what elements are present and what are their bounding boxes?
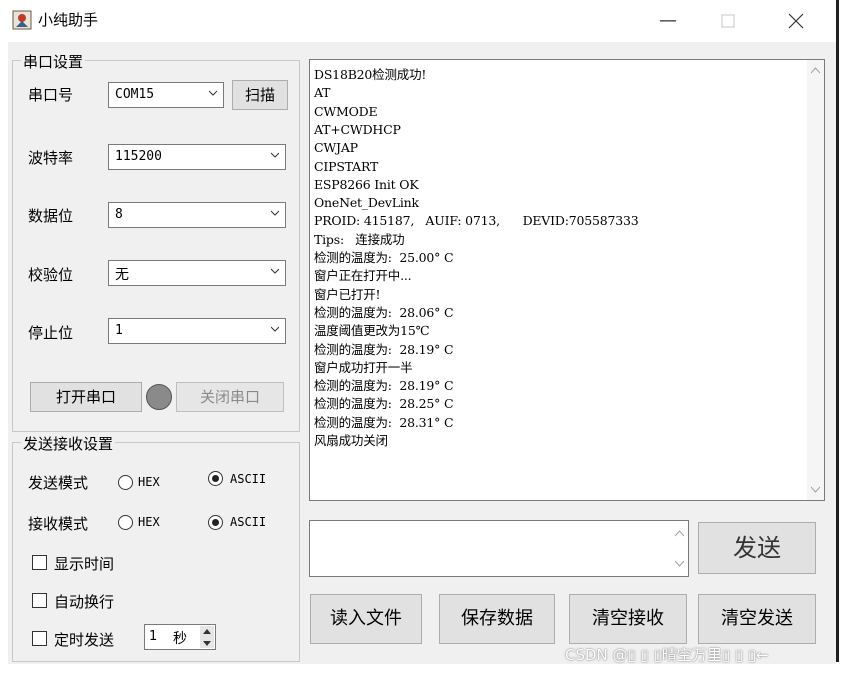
baud-select[interactable]: 115200 [108,144,286,170]
recv-ascii-label: ASCII [230,515,267,529]
receive-line: PROID: 415187, AUIF: 0713, DEVID:7055873… [314,213,639,229]
receive-line: CIPSTART [314,158,379,174]
port-select[interactable]: COM15 [108,82,224,108]
save-data-button[interactable]: 保存数据 [439,594,555,644]
send-ascii-label: ASCII [230,472,267,486]
watermark: CSDN @▯ ▯ ▯晴空万里▯ ▯ ▯← [565,646,769,664]
send-mode-hex-radio[interactable] [118,475,133,490]
receive-line: 检测的温度为: 28.25° C [314,396,454,412]
receive-line: 风扇成功关闭 [314,433,388,448]
auto-wrap-checkbox[interactable] [32,593,47,608]
parity-label: 校验位 [28,266,74,284]
receive-line: AT [314,85,331,101]
databits-value: 8 [115,207,123,222]
stopbits-select[interactable]: 1 [108,318,286,344]
recv-mode-label: 接收模式 [28,515,89,533]
parity-select[interactable]: 无 [108,260,286,286]
chevron-down-icon [271,210,279,216]
sendrecv-settings-title: 发送接收设置 [21,433,116,454]
spin-up-icon [203,629,211,634]
send-mode-ascii-radio[interactable] [208,471,223,486]
databits-select[interactable]: 8 [108,202,286,228]
timed-send-label: 定时发送 [54,631,115,649]
chevron-down-icon [271,152,279,158]
interval-spin-arrows[interactable] [200,626,214,648]
receive-line: CWJAP [314,140,358,156]
receive-line: 窗户正在打开中... [314,268,412,284]
serial-settings-title: 串口设置 [21,51,86,72]
clear-receive-button[interactable]: 清空接收 [569,594,687,644]
clear-send-button[interactable]: 清空发送 [698,594,816,644]
receive-line: 检测的温度为: 25.00° C [314,250,454,265]
port-label: 串口号 [28,86,74,104]
receive-line: Tips: 连接成功 [314,231,405,247]
chevron-down-icon [209,90,217,96]
auto-wrap-label: 自动换行 [54,593,115,611]
receive-line: AT+CWDHCP [314,121,401,137]
interval-spinbox[interactable]: 1 秒 [144,624,216,650]
send-textarea[interactable] [309,520,689,577]
interval-value: 1 [149,629,158,644]
show-time-checkbox[interactable] [32,555,47,570]
receive-line: 温度阈值更改为15℃ [314,323,430,339]
port-status-indicator [146,384,172,410]
scroll-down-icon[interactable] [675,559,684,568]
recv-hex-label: HEX [138,515,160,529]
receive-line: DS18B20检测成功! [314,67,427,82]
minimize-button[interactable]: — [646,6,690,36]
receive-line: 窗户成功打开一半 [314,359,413,375]
close-port-button[interactable]: 关闭串口 [176,382,284,412]
baud-label: 波特率 [28,149,74,167]
scroll-up-icon[interactable] [675,529,684,538]
client-area: 串口设置 串口号 COM15 扫描 波特率 115200 数据位 8 校验位 无… [8,42,836,664]
stopbits-value: 1 [115,323,123,338]
baud-value: 115200 [115,149,162,164]
scroll-down-icon[interactable] [811,485,820,494]
spin-down-icon [203,641,211,646]
recv-mode-ascii-radio[interactable] [208,515,223,530]
receive-line: 检测的温度为: 28.31° C [314,414,454,430]
recv-mode-hex-radio[interactable] [118,515,133,530]
port-value: COM15 [115,87,155,102]
receive-scrollbar[interactable] [807,60,824,500]
send-hex-label: HEX [138,475,160,489]
receive-textarea[interactable]: DS18B20检测成功! AT CWMODE AT+CWDHCP CWJAP CIPSTA… [309,59,825,501]
send-mode-label: 发送模式 [28,474,89,492]
chevron-down-icon [271,326,279,332]
receive-line: 检测的温度为: 28.06° C [314,304,454,320]
interval-unit: 秒 [173,631,187,647]
databits-label: 数据位 [28,207,74,225]
show-time-label: 显示时间 [54,555,115,573]
read-file-button[interactable]: 读入文件 [310,594,422,644]
window-title: 小纯助手 [38,11,99,29]
scan-button[interactable]: 扫描 [232,80,288,110]
timed-send-checkbox[interactable] [32,631,47,646]
title-bar: 小纯助手 — [0,0,836,42]
receive-line: 检测的温度为: 28.19° C [314,378,454,394]
receive-line: OneNet_DevLink [314,195,419,211]
parity-value: 无 [115,267,129,283]
serial-settings-group: 串口设置 [12,51,300,432]
send-scrollbar[interactable] [671,521,688,576]
scroll-up-icon[interactable] [811,66,820,75]
maximize-button[interactable] [706,6,750,36]
receive-line: 窗户已打开! [314,286,381,302]
receive-line: CWMODE [314,103,378,119]
maximize-icon [721,14,735,28]
receive-line: 检测的温度为: 28.19° C [314,341,454,357]
window-border [836,0,839,662]
close-icon [788,13,804,29]
app-icon [12,10,32,30]
receive-line: ESP8266 Init OK [314,176,419,192]
close-button[interactable] [774,6,818,36]
chevron-down-icon [271,268,279,274]
open-port-button[interactable]: 打开串口 [30,382,142,412]
send-button[interactable]: 发送 [698,522,816,574]
stopbits-label: 停止位 [28,324,74,342]
